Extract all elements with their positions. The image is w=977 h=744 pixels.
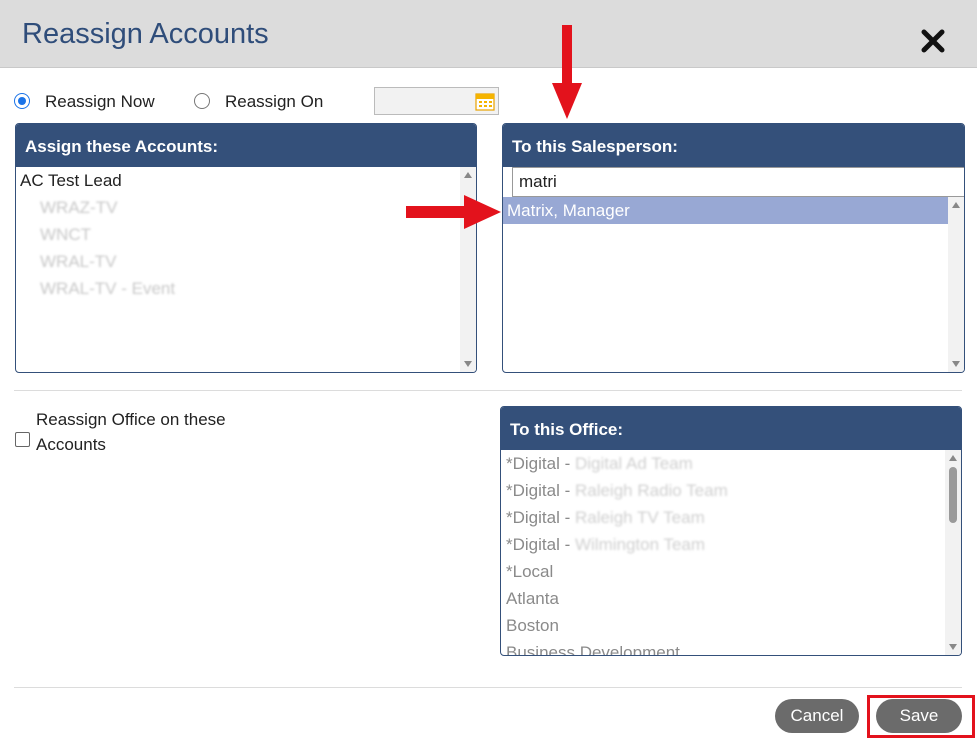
list-item[interactable]: *Digital - Raleigh TV Team — [501, 504, 961, 531]
scroll-down-icon[interactable] — [464, 361, 472, 367]
accounts-panel-header: Assign these Accounts: — [16, 124, 476, 167]
salesperson-panel-header: To this Salesperson: — [503, 124, 964, 167]
office-panel-header: To this Office: — [501, 407, 961, 450]
calendar-icon[interactable] — [475, 91, 495, 111]
office-prefix: *Digital - — [506, 508, 575, 527]
footer-divider — [14, 687, 962, 688]
list-item[interactable]: WRAL-TV - Event — [16, 275, 476, 302]
office-name: Raleigh TV Team — [574, 508, 705, 527]
list-item[interactable]: AC Test Lead — [16, 167, 476, 194]
office-prefix: *Digital - — [506, 454, 575, 473]
salesperson-list[interactable]: Matrix, Manager — [503, 197, 964, 372]
reassign-office-checkbox[interactable] — [15, 432, 30, 447]
close-icon[interactable] — [918, 26, 948, 56]
list-item[interactable]: Atlanta — [501, 585, 961, 612]
salesperson-search-input[interactable] — [512, 167, 964, 197]
dialog-title: Reassign Accounts — [22, 18, 269, 50]
scroll-up-icon[interactable] — [949, 455, 957, 461]
scroll-down-icon[interactable] — [949, 644, 957, 650]
office-list[interactable]: *Digital - Digital Ad Team *Digital - Ra… — [501, 450, 961, 655]
list-item[interactable]: Business Development — [501, 639, 961, 655]
scroll-thumb[interactable] — [949, 467, 957, 523]
cancel-button[interactable]: Cancel — [775, 699, 859, 733]
scroll-up-icon[interactable] — [952, 202, 960, 208]
office-panel: To this Office: *Digital - Digital Ad Te… — [500, 406, 962, 656]
section-divider — [14, 390, 962, 391]
list-item[interactable]: *Local — [501, 558, 961, 585]
reassign-on-radio[interactable] — [194, 93, 210, 109]
office-name: Wilmington Team — [574, 535, 706, 554]
salesperson-scrollbar[interactable] — [948, 197, 964, 372]
reassign-office-label[interactable]: Reassign Office on these Accounts — [36, 407, 251, 457]
scroll-up-icon[interactable] — [464, 172, 472, 178]
down-arrow-annotation-icon — [552, 25, 582, 119]
list-item-selected[interactable]: Matrix, Manager — [503, 197, 950, 224]
list-item[interactable]: WRAL-TV — [16, 248, 476, 275]
accounts-panel: Assign these Accounts: AC Test Lead WRAZ… — [15, 123, 477, 373]
list-item[interactable]: *Digital - Digital Ad Team — [501, 450, 961, 477]
reassign-on-label[interactable]: Reassign On — [225, 92, 323, 112]
reassign-date-field[interactable] — [374, 87, 499, 115]
office-scrollbar[interactable] — [945, 450, 961, 655]
right-arrow-annotation-icon — [406, 195, 501, 229]
office-name: Digital Ad Team — [574, 454, 693, 473]
reassign-now-radio[interactable] — [14, 93, 30, 109]
office-prefix: *Digital - — [506, 481, 575, 500]
office-name: Raleigh Radio Team — [574, 481, 728, 500]
office-prefix: *Digital - — [506, 535, 575, 554]
list-item[interactable]: Boston — [501, 612, 961, 639]
salesperson-panel: To this Salesperson: Matrix, Manager — [502, 123, 965, 373]
scroll-down-icon[interactable] — [952, 361, 960, 367]
list-item[interactable]: *Digital - Raleigh Radio Team — [501, 477, 961, 504]
list-item[interactable]: *Digital - Wilmington Team — [501, 531, 961, 558]
reassign-now-label[interactable]: Reassign Now — [45, 92, 155, 112]
save-highlight-box — [867, 695, 975, 738]
dialog-titlebar: Reassign Accounts — [0, 0, 977, 68]
